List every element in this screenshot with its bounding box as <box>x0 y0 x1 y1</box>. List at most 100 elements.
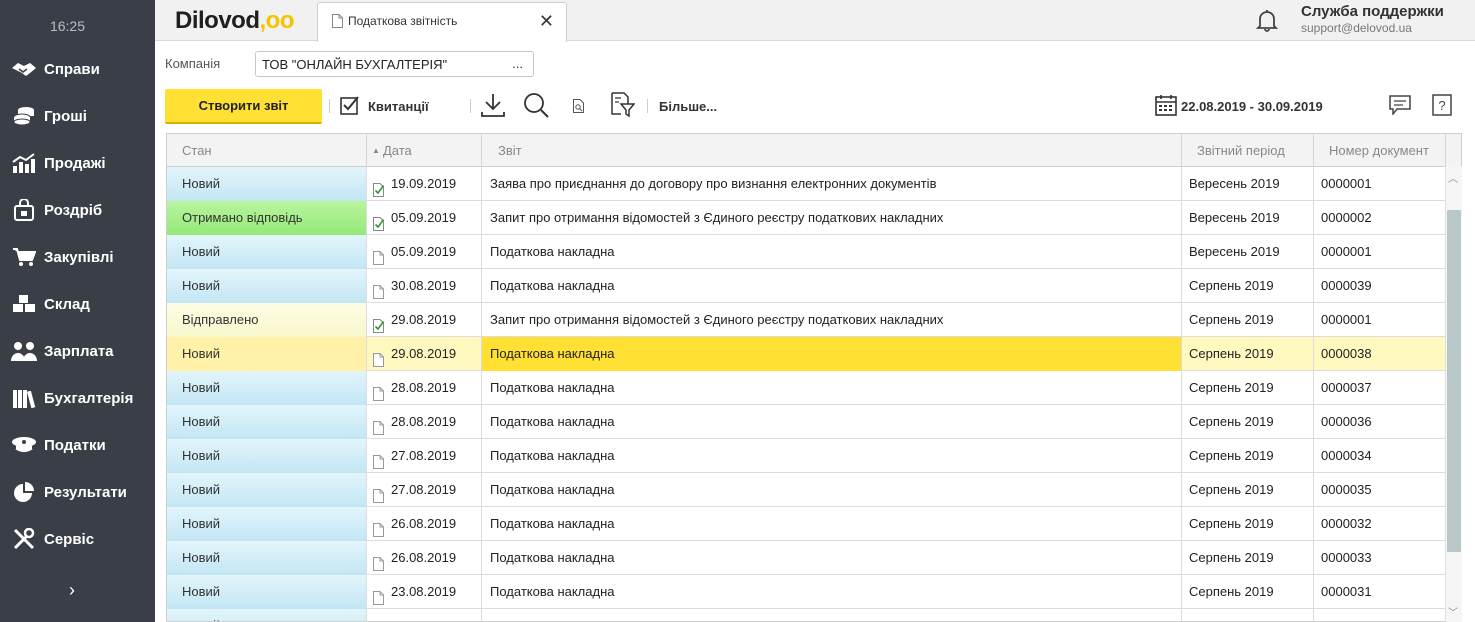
date-value: 27.08.2019 <box>391 482 457 497</box>
date-value: 23.08.2019 <box>391 584 457 599</box>
report-cell: Податкова накладна <box>482 541 1182 575</box>
report-cell: Податкова накладна <box>482 439 1182 473</box>
doc-number-cell: 0000035 <box>1321 482 1372 497</box>
app-window: 16:25 Справи Гроші Продажі Роздріб Закуп… <box>0 0 1475 622</box>
document-search-icon[interactable] <box>573 99 585 118</box>
document-icon <box>373 380 385 405</box>
sidebar-item-zarplata[interactable]: Зарплата <box>0 331 155 371</box>
company-value: ТОВ "ОНЛАЙН БУХГАЛТЕРІЯ" <box>262 57 448 72</box>
reports-table: Стан ▲ Дата Звіт Звітний період Номер док… <box>166 133 1462 622</box>
report-cell: Податкова накладна <box>482 235 1182 269</box>
table-row[interactable]: Новий 19.09.2019 Заява про приєднання до д… <box>167 167 1446 201</box>
table-row[interactable]: Отримано відповідь 05.09.2019 Запит про от… <box>167 201 1446 235</box>
sidebar-item-sklad[interactable]: Склад <box>0 284 155 324</box>
document-icon <box>373 584 385 609</box>
table-row[interactable]: Новий 26.08.2019 Податкова накладна Серпень… <box>167 507 1446 541</box>
bell-icon[interactable] <box>1255 8 1279 37</box>
date-value: 26.08.2019 <box>391 516 457 531</box>
company-picker-button[interactable]: ... <box>512 56 523 71</box>
doc-number-cell: 0000030 <box>1314 609 1446 621</box>
column-header-report[interactable]: Звіт <box>482 134 1182 167</box>
table-row-selected[interactable]: Новий 29.08.2019 Податкова накладна Серпень… <box>167 337 1446 371</box>
sidebar-item-spravy[interactable]: Справи <box>0 49 155 89</box>
scroll-up-icon[interactable]: ︿ <box>1448 170 1458 185</box>
table-row[interactable]: Новий 23.08.2019 Податкова накладнаСерпень… <box>167 609 1446 621</box>
status-cell: Отримано відповідь <box>167 201 367 235</box>
company-field[interactable]: ТОВ "ОНЛАЙН БУХГАЛТЕРІЯ" ... <box>255 51 534 77</box>
sidebar-item-label: Результати <box>44 483 127 501</box>
tools-icon <box>0 528 44 550</box>
help-icon[interactable]: ? <box>1432 94 1452 121</box>
table-row[interactable]: Новий 05.09.2019 Податкова накладна Вересен… <box>167 235 1446 269</box>
receipts-button[interactable]: Квитанції <box>340 94 429 118</box>
period-cell: Серпень 2019 <box>1182 507 1314 541</box>
status-cell: Новий <box>167 473 367 507</box>
status-cell: Новий <box>167 575 367 609</box>
table-row[interactable]: Новий 28.08.2019 Податкова накладна Серпень… <box>167 405 1446 439</box>
table-header: Стан ▲ Дата Звіт Звітний період Номер док… <box>167 134 1461 167</box>
report-cell: Податкова накладна <box>482 405 1182 439</box>
table-row[interactable]: Новий 26.08.2019 Податкова накладна Серпень… <box>167 541 1446 575</box>
books-icon <box>0 388 44 408</box>
period-cell: Серпень 2019 <box>1182 337 1314 371</box>
sidebar-item-servis[interactable]: Сервіс <box>0 519 155 559</box>
toolbar-divider <box>647 99 648 113</box>
report-cell: Запит про отримання відомостей з Єдиного… <box>482 201 1182 235</box>
sidebar-item-label: Зарплата <box>44 342 114 360</box>
tab-tax-reporting[interactable]: Податкова звітність ✕ <box>317 2 567 42</box>
sidebar-item-prodazhi[interactable]: Продажі <box>0 143 155 183</box>
support-email[interactable]: support@delovod.ua <box>1301 21 1412 35</box>
status-cell: Новий <box>167 541 367 575</box>
table-row[interactable]: Новий 27.08.2019 Податкова накладна Серпень… <box>167 439 1446 473</box>
sidebar-item-rezultaty[interactable]: Результати <box>0 472 155 512</box>
sidebar-item-zakupivli[interactable]: Закупівлі <box>0 237 155 277</box>
table-row[interactable]: Новий 30.08.2019 Податкова накладна Серпень… <box>167 269 1446 303</box>
document-icon <box>373 346 385 371</box>
column-header-date[interactable]: ▲ Дата <box>367 134 482 167</box>
report-cell: Податкова накладна <box>482 371 1182 405</box>
period-cell: Серпень 2019 <box>1182 371 1314 405</box>
column-header-period[interactable]: Звітний період <box>1182 134 1314 167</box>
table-row[interactable]: Новий 23.08.2019 Податкова накладнаСерпень… <box>167 575 1446 609</box>
chat-icon[interactable] <box>1389 95 1411 120</box>
report-cell: Податкова накладна <box>482 269 1182 303</box>
date-value: 29.08.2019 <box>391 312 457 327</box>
sidebar-item-groshi[interactable]: Гроші <box>0 96 155 136</box>
doc-number-cell: 0000038 <box>1321 346 1372 361</box>
period-cell: Серпень 2019 <box>1182 439 1314 473</box>
cart-icon <box>0 247 44 267</box>
vertical-scrollbar[interactable]: ︿ ﹀ <box>1445 166 1462 622</box>
calendar-icon <box>1155 94 1177 119</box>
create-report-button[interactable]: Створити звіт <box>165 89 322 124</box>
toolbar-divider <box>470 99 471 113</box>
date-cell: 28.08.2019 <box>367 405 482 439</box>
column-header-status[interactable]: Стан <box>167 134 367 167</box>
date-cell: 23.08.2019 <box>367 575 482 609</box>
filter-document-icon[interactable] <box>611 92 636 123</box>
close-icon[interactable]: ✕ <box>539 11 554 32</box>
table-row[interactable]: Новий 28.08.2019 Податкова накладна Серпень… <box>167 371 1446 405</box>
date-range-picker[interactable]: 22.08.2019 - 30.09.2019 <box>1155 94 1323 119</box>
document-icon <box>373 516 385 541</box>
sidebar-item-podatky[interactable]: Податки <box>0 425 155 465</box>
column-header-doc-number[interactable]: Номер документ <box>1314 134 1446 167</box>
date-value: 28.08.2019 <box>391 380 457 395</box>
sidebar-expand-button[interactable]: › <box>62 580 82 602</box>
logo[interactable]: Dilovod,oo <box>175 7 294 35</box>
sidebar-item-bukhhalteriia[interactable]: Бухгалтерія <box>0 378 155 418</box>
date-cell: 23.08.2019 <box>367 609 482 621</box>
doc-number-cell: 0000032 <box>1321 516 1372 531</box>
sidebar-item-label: Бухгалтерія <box>44 389 134 407</box>
more-button[interactable]: Більше... <box>659 99 717 114</box>
sidebar-item-label: Сервіс <box>44 530 95 548</box>
document-icon <box>373 550 385 575</box>
table-row[interactable]: Відправлено 29.08.2019 Запит про отримання… <box>167 303 1446 337</box>
report-cell: Податкова накладна <box>482 575 1182 609</box>
download-icon[interactable] <box>481 92 505 123</box>
search-icon[interactable] <box>523 92 549 123</box>
table-row[interactable]: Новий 27.08.2019 Податкова накладна Серпень… <box>167 473 1446 507</box>
scrollbar-thumb[interactable] <box>1447 210 1461 552</box>
sidebar-item-rozdrib[interactable]: Роздріб <box>0 190 155 230</box>
people-icon <box>0 341 44 361</box>
scroll-down-icon[interactable]: ﹀ <box>1448 604 1458 619</box>
